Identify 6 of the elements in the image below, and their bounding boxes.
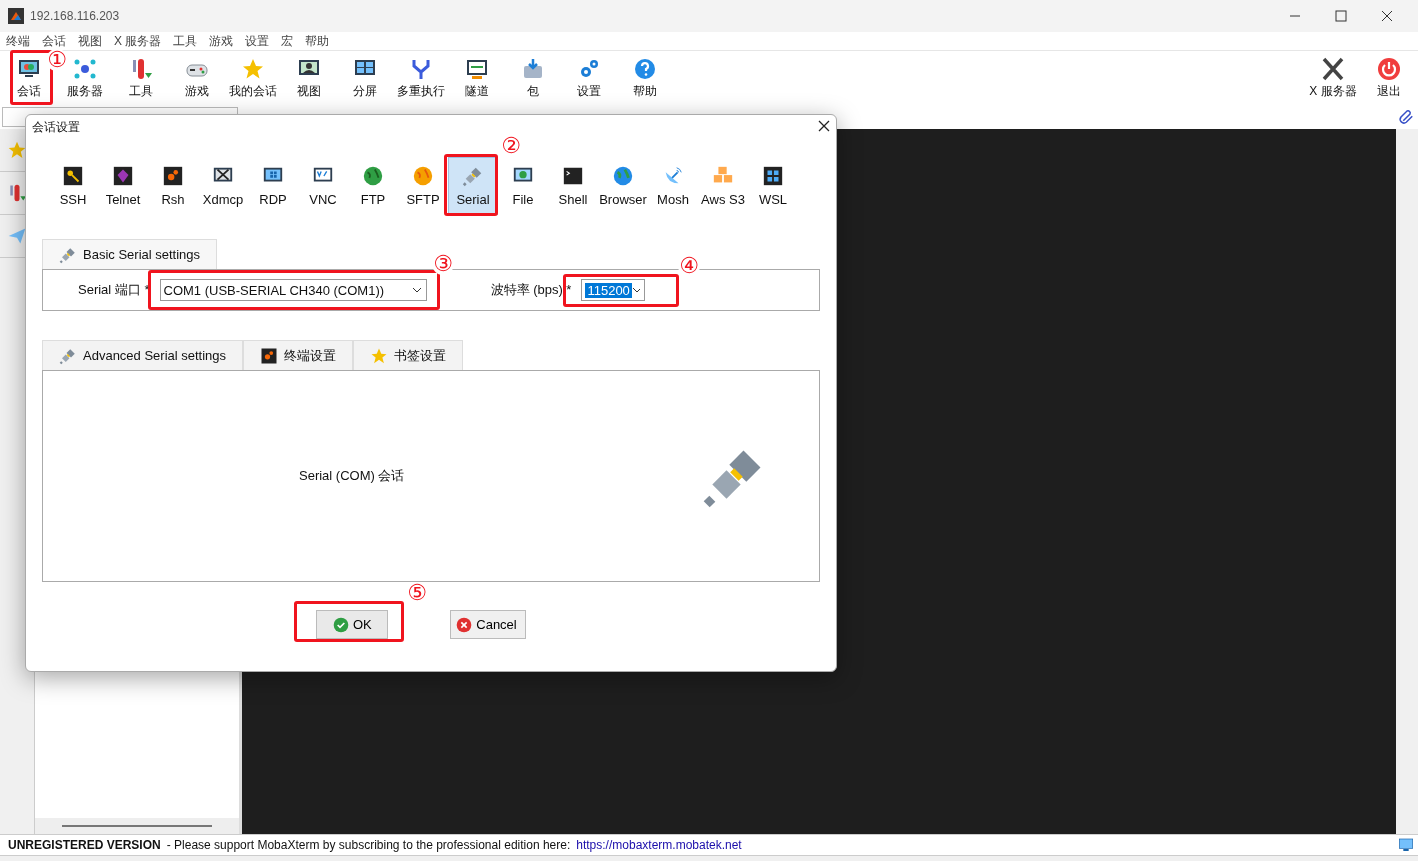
baud-rate-label: 波特率 (bps) * — [490, 281, 572, 299]
dialog-title: 会话设置 — [32, 118, 80, 136]
session-description: Serial (COM) 会话 — [299, 467, 405, 485]
window-title: 192.168.116.203 — [30, 9, 121, 23]
support-message: - Please support MobaXterm by subscribing to the professional edition here: — [166, 838, 571, 852]
unregistered-label: UNREGISTERED VERSION — [8, 838, 161, 852]
